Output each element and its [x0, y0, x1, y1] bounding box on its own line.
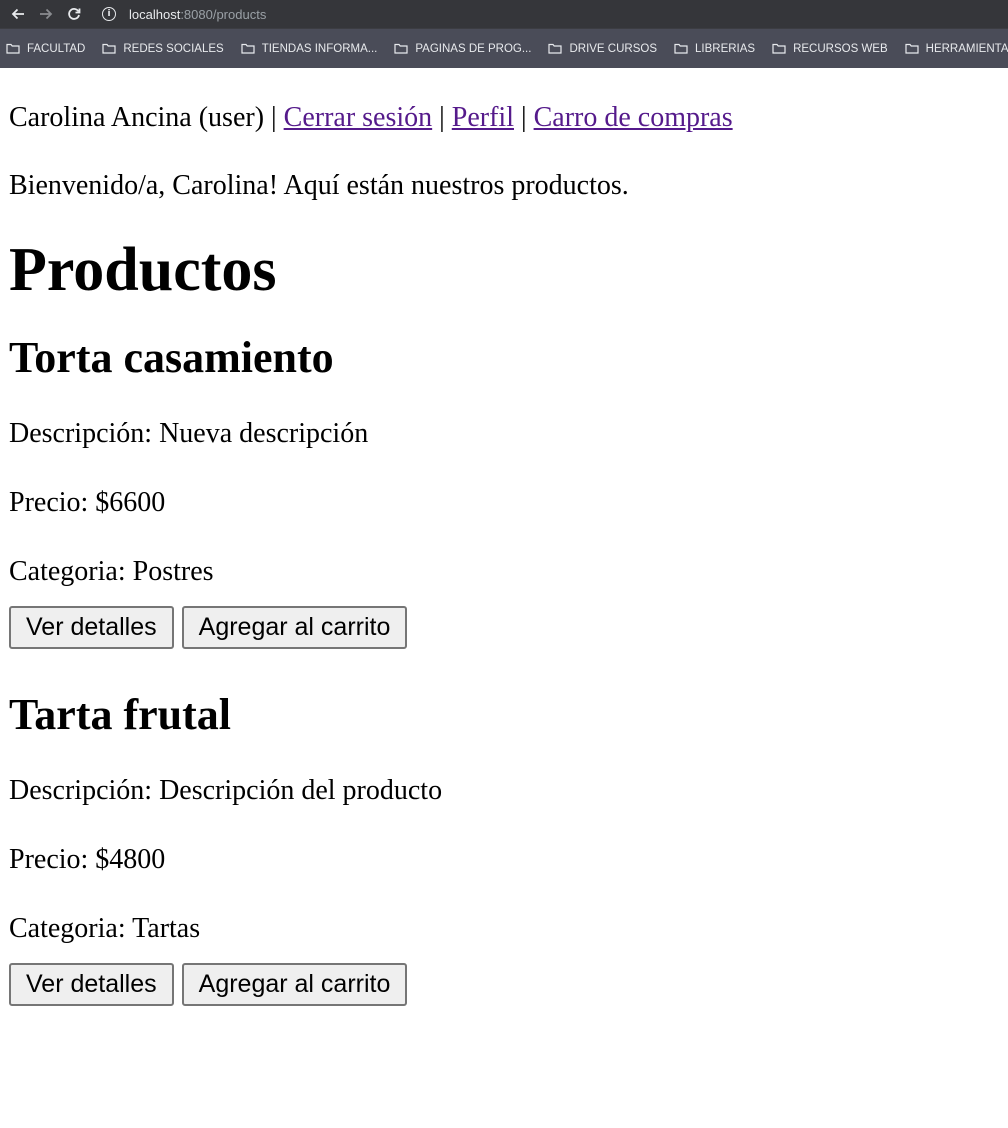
bookmark-folder[interactable]: HERRAMIENTAS: [905, 43, 1008, 55]
product-price: Precio: $6600: [9, 487, 166, 518]
folder-icon: [772, 43, 786, 54]
separator: |: [439, 102, 445, 133]
bookmark-label: RECURSOS WEB: [793, 42, 888, 55]
folder-icon: [6, 43, 20, 54]
page-title: Productos: [9, 236, 277, 304]
bookmark-label: LIBRERIAS: [695, 42, 756, 55]
view-details-button[interactable]: Ver detalles: [9, 606, 174, 649]
bookmark-label: FACULTAD: [27, 42, 86, 55]
back-arrow-icon[interactable]: [4, 2, 32, 26]
browser-chrome: i localhost:8080/products FACULTAD REDES …: [0, 0, 1008, 68]
info-icon[interactable]: i: [102, 7, 116, 21]
folder-icon: [394, 43, 408, 54]
add-to-cart-button[interactable]: Agregar al carrito: [181, 606, 408, 649]
bookmark-label: DRIVE CURSOS: [569, 42, 657, 55]
url-path: :8080/products: [180, 6, 267, 22]
product-description: Descripción: Nueva descripción: [9, 418, 369, 449]
address-bar[interactable]: i localhost:8080/products: [96, 2, 396, 26]
bookmark-folder[interactable]: LIBRERIAS: [674, 43, 755, 55]
add-to-cart-button[interactable]: Agregar al carrito: [181, 963, 408, 1006]
product-actions: Ver detalles Agregar al carrito: [9, 963, 999, 1006]
product-card: Tarta frutal Descripción: Descripción de…: [9, 689, 999, 1006]
bookmark-label: PAGINAS DE PROG...: [415, 42, 532, 55]
product-description: Descripción: Descripción del producto: [9, 775, 443, 806]
logout-link[interactable]: Cerrar sesión: [284, 102, 433, 133]
folder-icon: [674, 43, 688, 54]
separator: |: [520, 102, 527, 133]
forward-arrow-icon[interactable]: [32, 2, 60, 26]
bookmark-folder[interactable]: REDES SOCIALES: [102, 42, 224, 55]
welcome-message: Bienvenido/a, Carolina! Aquí están nuest…: [9, 170, 629, 201]
bookmarks-bar: FACULTAD REDES SOCIALES TIENDAS INFORMA...…: [0, 28, 1008, 68]
product-category: Categoria: Postres: [9, 556, 214, 587]
cart-link[interactable]: Carro de compras: [534, 102, 733, 133]
profile-link[interactable]: Perfil: [452, 102, 514, 133]
user-bar: Carolina Ancina (user) | Cerrar sesión |…: [9, 102, 999, 134]
product-name: Tarta frutal: [9, 690, 232, 739]
view-details-button[interactable]: Ver detalles: [9, 963, 174, 1006]
product-name: Torta casamiento: [9, 333, 334, 382]
separator: |: [271, 102, 277, 133]
folder-icon: [548, 43, 563, 54]
bookmark-label: TIENDAS INFORMA...: [261, 42, 378, 55]
bookmark-label: REDES SOCIALES: [123, 42, 224, 55]
bookmark-folder[interactable]: PAGINAS DE PROG...: [394, 43, 531, 55]
bookmark-folder[interactable]: DRIVE CURSOS: [548, 43, 657, 55]
product-category: Categoria: Tartas: [9, 913, 201, 944]
page-content: Carolina Ancina (user) | Cerrar sesión |…: [0, 102, 1008, 1006]
folder-icon: [905, 43, 919, 54]
reload-icon[interactable]: [60, 2, 88, 26]
url-host: localhost: [129, 6, 181, 22]
bookmark-folder[interactable]: FACULTAD: [6, 43, 85, 55]
browser-toolbar: i localhost:8080/products: [0, 0, 1008, 28]
bookmark-label: HERRAMIENTAS: [925, 42, 1008, 55]
product-price: Precio: $4800: [9, 844, 166, 875]
bookmark-folder[interactable]: RECURSOS WEB: [772, 43, 888, 55]
product-actions: Ver detalles Agregar al carrito: [9, 606, 999, 649]
bookmark-folder[interactable]: TIENDAS INFORMA...: [241, 42, 378, 55]
folder-icon: [102, 43, 116, 54]
product-card: Torta casamiento Descripción: Nueva desc…: [9, 332, 999, 649]
user-name: Carolina Ancina (user): [9, 102, 265, 133]
folder-icon: [241, 43, 255, 54]
